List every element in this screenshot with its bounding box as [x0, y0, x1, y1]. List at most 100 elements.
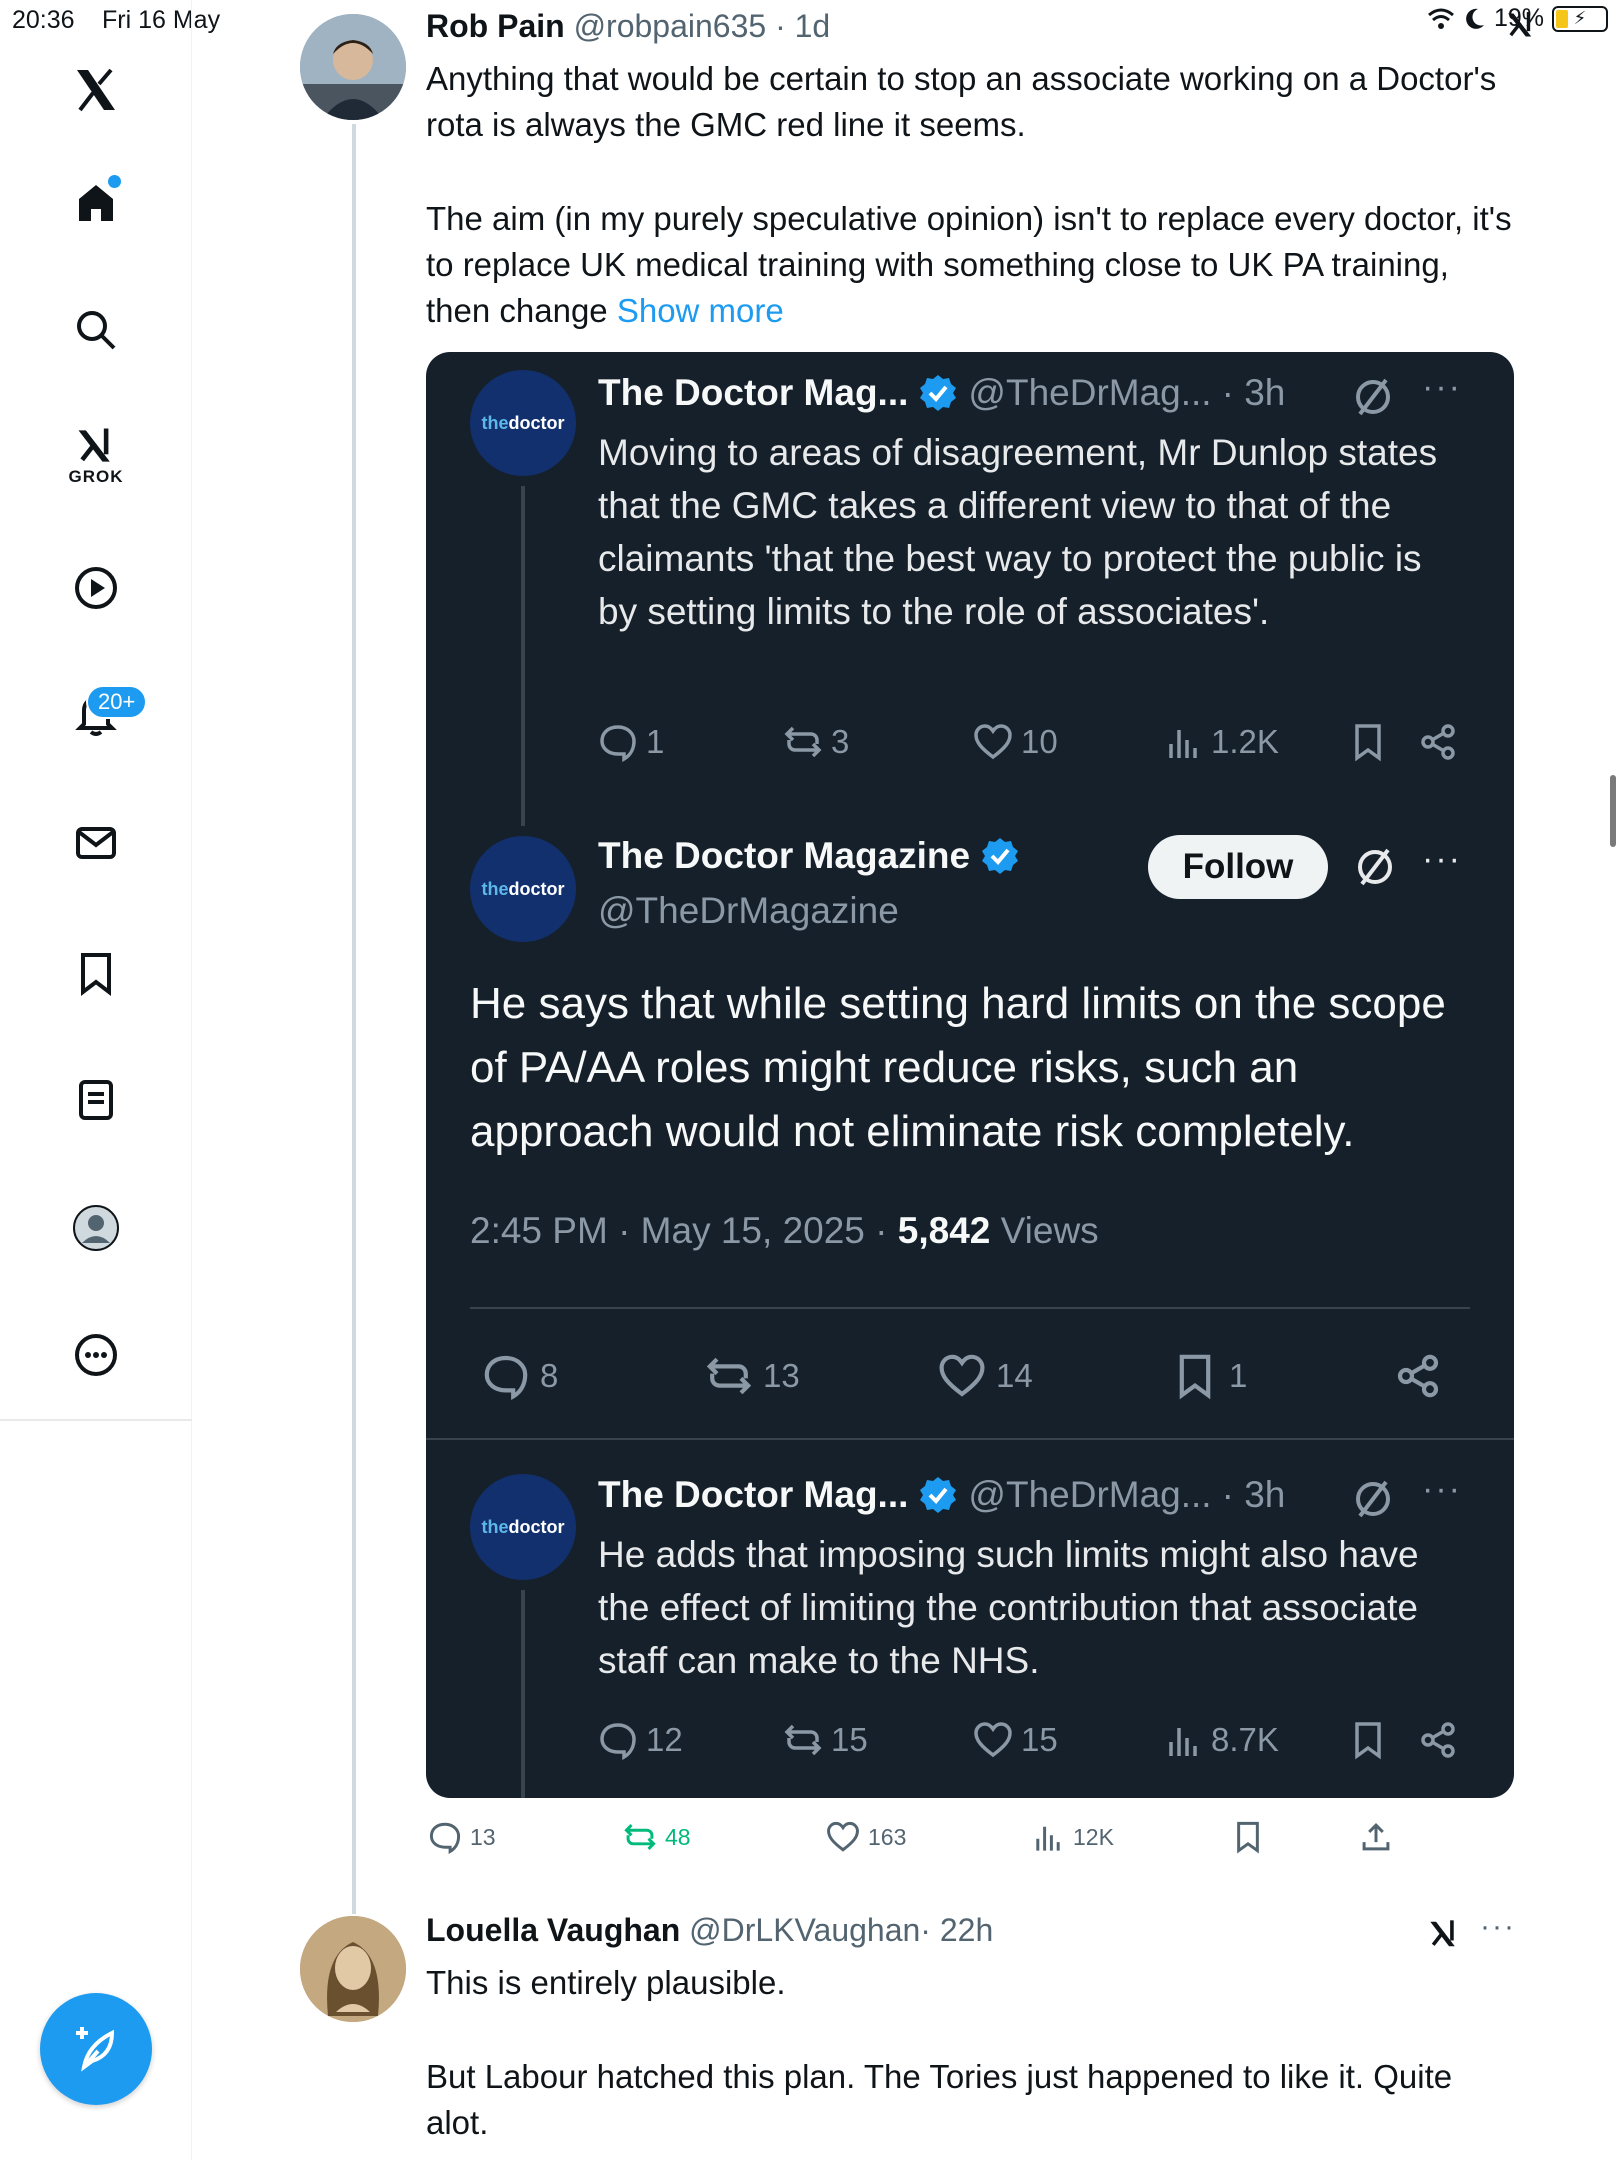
repost-button[interactable]: 3	[783, 722, 973, 762]
wifi-icon	[1427, 8, 1454, 29]
reply-icon	[429, 1822, 461, 1854]
doctor-mag-avatar[interactable]: the doctor	[470, 1474, 576, 1580]
like-count: 10	[1021, 723, 1058, 760]
card-bottom-name[interactable]: The Doctor Mag...	[598, 1474, 908, 1516]
grok-slash-icon[interactable]	[1352, 1478, 1394, 1520]
avatar-text-the: the	[481, 878, 509, 899]
share-icon	[1397, 1354, 1439, 1398]
share-button[interactable]	[1394, 1352, 1442, 1400]
lists-icon[interactable]	[56, 1060, 136, 1140]
grok-icon[interactable]	[1504, 8, 1538, 42]
reply-button[interactable]: 8	[482, 1352, 705, 1400]
card-main-meta: 2:45 PM · May 15, 2025 · 5,842 Views	[470, 1210, 1099, 1252]
reply-button[interactable]: 1	[598, 722, 783, 762]
share-button[interactable]	[1418, 1720, 1458, 1760]
x-logo-icon[interactable]	[56, 50, 136, 130]
reply-icon	[600, 725, 636, 762]
left-nav: GROK 20+	[0, 0, 192, 2160]
video-icon[interactable]	[56, 548, 136, 628]
card-bottom-handle[interactable]: @TheDrMag...	[968, 1474, 1211, 1516]
tweet-top-right	[1504, 8, 1538, 42]
like-count: 163	[868, 1823, 907, 1850]
avatar-text-the: the	[481, 412, 509, 433]
messages-icon[interactable]	[56, 803, 136, 883]
notifications-badge: 20+	[86, 685, 148, 719]
bookmark-icon	[1179, 1354, 1211, 1400]
bookmark-button[interactable]	[1231, 1820, 1359, 1854]
rob-pain-avatar[interactable]	[300, 14, 406, 120]
profile-avatar-icon[interactable]	[56, 1188, 136, 1268]
home-icon[interactable]	[56, 162, 136, 242]
grok-nav-item[interactable]: GROK	[56, 415, 136, 495]
repost-count: 3	[831, 723, 850, 760]
views-count: 5,842	[897, 1210, 991, 1251]
avatar-text-doctor: doctor	[508, 412, 565, 433]
grok-slash-icon[interactable]	[1354, 846, 1396, 888]
like-button[interactable]: 163	[826, 1820, 1031, 1854]
grok-slash-icon[interactable]	[1352, 376, 1394, 418]
compose-post-button[interactable]	[40, 1993, 152, 2105]
views-chart-icon	[1169, 730, 1197, 758]
reply-icon	[484, 1355, 528, 1400]
post-timestamp[interactable]: 2:45 PM · May 15, 2025 ·	[470, 1210, 898, 1251]
more-options-icon[interactable]: ···	[1422, 368, 1462, 407]
views-button[interactable]: 1.2K	[1163, 722, 1348, 762]
scrollbar-thumb[interactable]	[1610, 775, 1616, 847]
share-button[interactable]	[1418, 722, 1458, 762]
follow-button[interactable]: Follow	[1148, 835, 1328, 899]
repost-icon	[706, 1357, 752, 1395]
nav-divider	[0, 1419, 192, 1421]
moon-icon	[1466, 8, 1484, 29]
views-chart-icon	[1169, 1728, 1197, 1756]
share-button[interactable]	[1359, 1820, 1393, 1854]
reply-author-name[interactable]: Louella Vaughan	[426, 1912, 680, 1948]
verified-badge-icon	[920, 1477, 957, 1513]
bookmarks-icon[interactable]	[56, 933, 136, 1013]
reply-time[interactable]: · 22h	[920, 1912, 993, 1948]
search-icon[interactable]	[56, 290, 136, 370]
avatar-text-doctor: doctor	[508, 878, 565, 899]
louella-vaughan-avatar[interactable]	[300, 1916, 406, 2022]
author-name[interactable]: Rob Pain	[426, 8, 565, 44]
reply-button[interactable]: 13	[428, 1820, 623, 1854]
card-top-name[interactable]: The Doctor Mag...	[598, 372, 908, 414]
more-options-icon[interactable]: ···	[1422, 1470, 1462, 1509]
card-bottom-text: He adds that imposing such limits might …	[598, 1534, 1419, 1681]
reply-author-handle[interactable]: @DrLKVaughan	[689, 1912, 920, 1948]
verified-badge-icon	[982, 838, 1019, 874]
author-handle[interactable]: @robpain635	[574, 8, 767, 44]
more-options-icon[interactable]	[56, 1315, 136, 1395]
views-button[interactable]: 12K	[1031, 1820, 1231, 1854]
views-count: 8.7K	[1211, 1721, 1279, 1758]
more-options-icon[interactable]: ···	[1422, 840, 1462, 879]
like-button[interactable]: 10	[973, 722, 1163, 762]
tweet-time[interactable]: · 1d	[775, 8, 830, 44]
repost-button[interactable]: 15	[783, 1720, 973, 1760]
card-main-handle[interactable]: @TheDrMagazine	[598, 890, 899, 932]
show-more-link[interactable]: Show more	[617, 292, 784, 329]
grok-icon[interactable]	[1426, 1916, 1462, 1952]
quoted-thread-card[interactable]: the doctor The Doctor Mag... @TheDrMag...…	[426, 352, 1514, 1798]
card-bottom-header: The Doctor Mag... @TheDrMag... · 3h	[598, 1474, 1285, 1516]
avatar-text-doctor: doctor	[508, 1516, 565, 1537]
bookmark-icon	[1355, 724, 1381, 762]
repost-button[interactable]: 13	[705, 1352, 938, 1400]
more-options-icon[interactable]: ···	[1480, 1910, 1516, 1944]
repost-button[interactable]: 48	[623, 1820, 826, 1854]
like-button[interactable]: 14	[938, 1352, 1171, 1400]
card-top-handle[interactable]: @TheDrMag...	[968, 372, 1211, 414]
doctor-mag-avatar[interactable]: the doctor	[470, 836, 576, 942]
bookmark-button[interactable]	[1348, 1720, 1418, 1760]
repost-icon	[624, 1824, 656, 1850]
views-label: Views	[990, 1210, 1099, 1251]
doctor-mag-avatar[interactable]: the doctor	[470, 370, 576, 476]
views-button[interactable]: 8.7K	[1163, 1720, 1348, 1760]
reply-button[interactable]: 12	[598, 1720, 783, 1760]
reply-count: 8	[540, 1357, 559, 1394]
card-top-text: Moving to areas of disagreement, Mr Dunl…	[598, 432, 1438, 632]
like-button[interactable]: 15	[973, 1720, 1163, 1760]
bookmark-button[interactable]: 1	[1171, 1352, 1394, 1400]
tweet-text-paragraph-1: Anything that would be certain to stop a…	[426, 60, 1497, 143]
bookmark-button[interactable]	[1348, 722, 1418, 762]
card-main-name[interactable]: The Doctor Magazine	[598, 835, 970, 877]
